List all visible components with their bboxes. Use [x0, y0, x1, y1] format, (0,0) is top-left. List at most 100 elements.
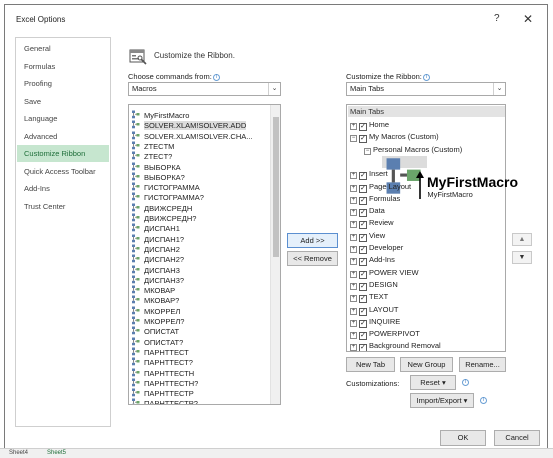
- expand-icon[interactable]: +: [350, 282, 357, 290]
- ribbon-tab-item[interactable]: + ✓ Home: [350, 119, 389, 131]
- options-sidebar: General Formulas Proofing Save Language Advan…: [15, 37, 111, 427]
- ok-button[interactable]: OK: [440, 430, 486, 446]
- checkbox[interactable]: ✓: [359, 184, 367, 193]
- reset-button[interactable]: Reset ▾: [410, 375, 456, 390]
- sidebar-item-add-ins[interactable]: Add-Ins: [17, 180, 109, 197]
- checkbox[interactable]: ✓: [359, 123, 367, 131]
- expand-icon[interactable]: +: [350, 172, 357, 180]
- sidebar-item-language[interactable]: Language: [17, 110, 109, 127]
- checkbox[interactable]: ✓: [359, 172, 367, 181]
- expand-icon[interactable]: +: [350, 123, 357, 130]
- checkbox[interactable]: ✓: [359, 307, 367, 316]
- sheet-tab[interactable]: Sheet5: [47, 449, 66, 458]
- checkbox[interactable]: ✓: [359, 209, 367, 218]
- expand-icon[interactable]: +: [350, 246, 357, 253]
- sidebar-item-save[interactable]: Save: [17, 93, 109, 110]
- expand-icon[interactable]: +: [350, 319, 357, 327]
- ribbon-tab-item[interactable]: + ✓ Review: [350, 217, 394, 230]
- checkbox[interactable]: ✓: [359, 344, 367, 351]
- expand-icon[interactable]: +: [350, 209, 357, 217]
- ribbon-tab-item[interactable]: − ✓ My Macros (Custom): [350, 131, 439, 144]
- move-up-button[interactable]: ▲: [512, 233, 532, 246]
- ribbon-tab-item[interactable]: + ✓ POWERPIVOT: [350, 328, 420, 341]
- collapse-icon[interactable]: −: [350, 135, 357, 143]
- macro-icon: [132, 388, 140, 397]
- new-tab-button[interactable]: New Tab: [346, 357, 395, 372]
- checkbox[interactable]: ✓: [359, 270, 367, 279]
- ribbon-tab-item[interactable]: + ✓ DESIGN: [350, 279, 398, 291]
- sheet-tab[interactable]: Sheet4: [9, 449, 28, 458]
- import-export-button[interactable]: Import/Export ▾: [410, 393, 474, 408]
- expand-icon[interactable]: +: [350, 270, 357, 278]
- rename-button[interactable]: Rename...: [459, 357, 506, 372]
- ribbon-tab-item[interactable]: + ✓ TEXT: [350, 291, 388, 304]
- checkbox[interactable]: ✓: [359, 258, 367, 267]
- info-icon: i: [462, 379, 469, 386]
- customize-ribbon-value: Main Tabs: [350, 84, 385, 93]
- checkbox[interactable]: ✓: [359, 295, 367, 304]
- ribbon-tab-item[interactable]: + ✓ LAYOUT: [350, 304, 398, 316]
- collapse-icon[interactable]: −: [364, 147, 371, 155]
- command-label: ОПИСТАТ?: [144, 337, 184, 347]
- cancel-button[interactable]: Cancel: [494, 430, 540, 446]
- checkbox[interactable]: ✓: [359, 246, 367, 254]
- ribbon-tab-item[interactable]: MyFirstMacro: [382, 155, 473, 199]
- expand-icon[interactable]: +: [350, 295, 357, 303]
- macro-icon: [132, 316, 140, 325]
- scrollbar-thumb[interactable]: [273, 117, 279, 257]
- customize-ribbon-select[interactable]: Main Tabs ⌄: [346, 82, 506, 96]
- ribbon-tab-item[interactable]: + ✓ Insert: [350, 168, 388, 181]
- move-down-button[interactable]: ▼: [512, 251, 532, 264]
- expand-icon[interactable]: +: [350, 344, 357, 351]
- expand-icon[interactable]: +: [350, 233, 357, 241]
- sidebar-item-general[interactable]: General: [17, 40, 109, 57]
- checkbox[interactable]: ✓: [359, 135, 367, 144]
- commands-scrollbar[interactable]: [270, 105, 280, 404]
- expand-icon[interactable]: +: [350, 221, 357, 229]
- macro-icon: [132, 326, 140, 335]
- remove-button[interactable]: << Remove: [287, 251, 338, 266]
- macro-icon: [132, 275, 140, 284]
- ribbon-tab-label: MyFirstMacro: [427, 189, 473, 199]
- help-button[interactable]: ?: [494, 13, 500, 24]
- sidebar-item-trust-center[interactable]: Trust Center: [17, 198, 109, 215]
- ribbon-tab-item[interactable]: + ✓ POWER VIEW: [350, 267, 419, 279]
- ribbon-tab-item[interactable]: + ✓ Background Removal: [350, 340, 441, 351]
- ribbon-tab-item[interactable]: + ✓ View: [350, 230, 385, 242]
- macro-icon: [132, 162, 140, 170]
- checkbox[interactable]: ✓: [359, 221, 367, 230]
- ribbon-tabs-tree[interactable]: Main Tabs + ✓ Home − ✓ My Macros (Custom) − Per…: [346, 104, 506, 352]
- sidebar-item-proofing[interactable]: Proofing: [17, 75, 109, 92]
- checkbox[interactable]: ✓: [359, 319, 367, 328]
- ribbon-tab-item[interactable]: + ✓ Add-Ins: [350, 254, 395, 267]
- ribbon-tab-item[interactable]: − Personal Macros (Custom): [364, 144, 462, 156]
- commands-list[interactable]: MyFirstMacro SOLVER.XLAM!SOLVER.ADD SOLVER…: [128, 104, 281, 405]
- add-button[interactable]: Add >>: [287, 233, 338, 248]
- command-label: ZTECT?: [144, 152, 173, 162]
- command-label: ДВИЖСРЕДН?: [144, 214, 197, 223]
- choose-commands-select[interactable]: Macros ⌄: [128, 82, 281, 96]
- sidebar-item-customize-ribbon[interactable]: Customize Ribbon: [17, 145, 109, 162]
- sidebar-item-advanced[interactable]: Advanced: [17, 128, 109, 145]
- command-item[interactable]: ПАРНТТЕСТР?: [131, 398, 198, 404]
- expand-icon[interactable]: +: [350, 184, 357, 192]
- checkbox[interactable]: ✓: [359, 196, 367, 205]
- new-group-button[interactable]: New Group: [400, 357, 453, 372]
- expand-icon[interactable]: +: [350, 332, 357, 340]
- expand-icon[interactable]: +: [350, 196, 357, 204]
- choose-commands-label-text: Choose commands from:: [128, 72, 212, 81]
- ribbon-tab-item[interactable]: + ✓ INQUIRE: [350, 316, 400, 328]
- ribbon-tab-item[interactable]: + ✓ Formulas: [350, 193, 400, 205]
- sidebar-item-quick-access-toolbar[interactable]: Quick Access Toolbar: [17, 163, 109, 180]
- ribbon-tab-item[interactable]: + ✓ Data: [350, 205, 385, 218]
- ribbon-tab-item[interactable]: + ✓ Developer: [350, 242, 403, 254]
- customize-ribbon-label: Customize the Ribbon: i: [346, 72, 430, 81]
- checkbox[interactable]: ✓: [359, 282, 367, 291]
- checkbox[interactable]: ✓: [359, 233, 367, 242]
- checkbox[interactable]: ✓: [359, 332, 367, 341]
- expand-icon[interactable]: +: [350, 258, 357, 266]
- ribbon-tab-item[interactable]: + ✓ Page Layout: [350, 181, 411, 193]
- sidebar-item-formulas[interactable]: Formulas: [17, 58, 109, 75]
- expand-icon[interactable]: +: [350, 307, 357, 315]
- close-button[interactable]: ✕: [523, 12, 533, 26]
